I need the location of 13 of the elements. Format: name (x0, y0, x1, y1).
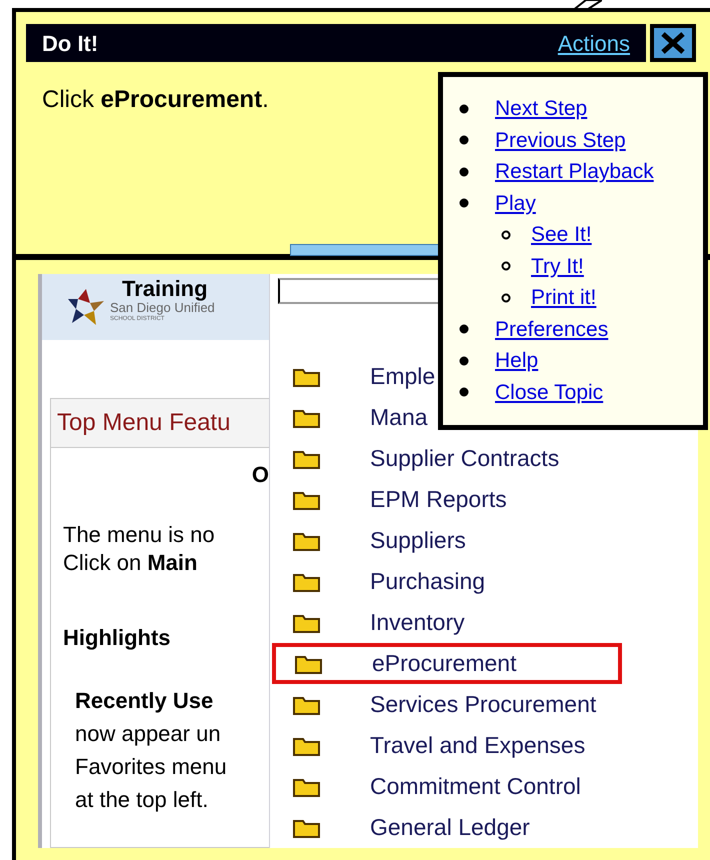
body-text: Recently Use (75, 687, 214, 715)
panel-title: Do It! (42, 30, 98, 58)
body-text: now appear un (75, 720, 222, 748)
highlights-heading: Highlights (62, 624, 172, 652)
body-text: Favorites menu (75, 753, 228, 781)
body-text: The menu is no (63, 521, 216, 549)
logo-name: San Diego Unified (110, 300, 215, 316)
instruction-text: Click eProcurement. (42, 85, 269, 115)
section-title: Top Menu Featu (57, 409, 230, 436)
section-heading: O (252, 461, 269, 489)
body-text: Click on Main (63, 549, 198, 577)
logo-title: Training (122, 278, 209, 300)
body-text: at the top left. (75, 786, 210, 814)
